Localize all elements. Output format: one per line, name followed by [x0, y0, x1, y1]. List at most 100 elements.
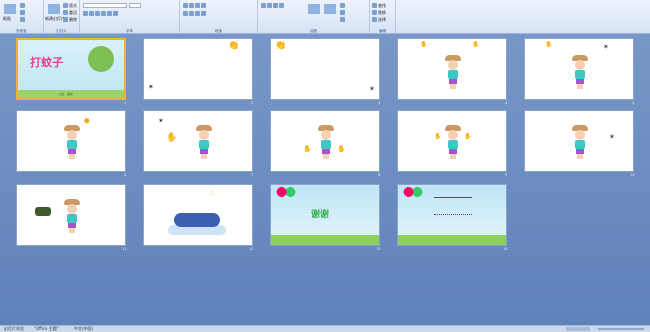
shape-effects-button[interactable]	[340, 17, 345, 22]
slide-number: 2	[251, 101, 254, 105]
text-block	[434, 197, 472, 215]
paste-icon[interactable]	[4, 4, 16, 14]
outdent-icon[interactable]	[201, 3, 206, 8]
paste-button[interactable]: 粘贴	[3, 16, 11, 21]
font-color-icon[interactable]	[113, 11, 118, 16]
slide-thumbnail[interactable]: ✋ ✋	[397, 38, 507, 100]
girl-figure	[445, 125, 461, 159]
cut-button[interactable]	[20, 3, 25, 8]
find-button[interactable]: 查找	[372, 3, 386, 8]
new-slide-icon[interactable]	[48, 4, 60, 14]
clapping-hands-icon: 👏	[228, 41, 240, 51]
strikethrough-icon[interactable]	[101, 11, 106, 16]
numbering-icon[interactable]	[189, 3, 194, 8]
shapes-gallery[interactable]	[261, 3, 284, 8]
copy-icon	[20, 10, 25, 15]
slide-number: 6	[124, 173, 127, 177]
indent-icon[interactable]	[195, 3, 200, 8]
delete-button[interactable]: 删除	[63, 17, 77, 22]
align-left-icon[interactable]	[183, 11, 188, 16]
underline-icon[interactable]	[95, 11, 100, 16]
shadow-icon[interactable]	[107, 11, 112, 16]
hand-icon: ✋	[464, 133, 472, 140]
replace-label: 替换	[378, 10, 386, 15]
slide-thumbnail[interactable]: ☾	[143, 184, 253, 246]
replace-icon	[372, 10, 377, 15]
font-name-select[interactable]	[83, 3, 127, 8]
paragraph-group: 段落	[180, 0, 258, 34]
zoom-slider[interactable]	[598, 328, 644, 330]
layout-label: 版式	[69, 3, 77, 8]
shape-rect-icon[interactable]	[261, 3, 266, 8]
slide-thumbnail[interactable]: ✸	[16, 110, 126, 172]
justify-icon[interactable]	[201, 11, 206, 16]
italic-icon[interactable]	[89, 11, 94, 16]
brush-icon	[20, 17, 25, 22]
arrange-icon[interactable]	[308, 4, 320, 14]
girl-figure	[318, 125, 334, 159]
balloons-image	[402, 187, 424, 197]
replace-button[interactable]: 替换	[372, 10, 386, 15]
shape-fill-button[interactable]	[340, 3, 345, 8]
slide-thumbnail[interactable]	[397, 184, 507, 246]
slide-thumbnail[interactable]: 打蚊子 小班 · 语言	[16, 38, 126, 100]
bold-icon[interactable]	[83, 11, 88, 16]
slide-number: 5	[632, 101, 635, 105]
list-buttons[interactable]	[183, 3, 206, 8]
paste-label: 粘贴	[3, 16, 11, 21]
slide-number: 13	[376, 247, 381, 251]
slide-number: 12	[249, 247, 254, 251]
grass-image	[398, 235, 506, 245]
format-painter-button[interactable]	[20, 17, 25, 22]
slide-thumbnail[interactable]: ✋ ✶	[524, 38, 634, 100]
clapping-hands-icon: 👏	[275, 41, 287, 51]
delete-icon	[63, 17, 68, 22]
shape-oval-icon[interactable]	[267, 3, 272, 8]
new-slide-button[interactable]: 新建幻灯片	[45, 16, 65, 21]
view-label: 幻灯片浏览	[4, 326, 24, 331]
new-slide-label: 新建幻灯片	[45, 16, 65, 21]
slide-number: 4	[505, 101, 508, 105]
align-buttons[interactable]	[183, 11, 206, 16]
mosquito-icon: ✶	[148, 83, 154, 91]
align-right-icon[interactable]	[195, 11, 200, 16]
slides-group: 新建幻灯片 版式 重设 删除 幻灯片	[44, 0, 80, 34]
bullets-icon[interactable]	[183, 3, 188, 8]
layout-button[interactable]: 版式	[63, 3, 77, 8]
shape-arrow-icon[interactable]	[279, 3, 284, 8]
slide-thumbnail[interactable]: ✋ ✋	[270, 110, 380, 172]
reset-icon	[63, 10, 68, 15]
slide-thumbnail[interactable]: ✶	[524, 110, 634, 172]
slide-thumbnail[interactable]: ✋ ✋	[397, 110, 507, 172]
slide-subtitle: 小班 · 语言	[58, 92, 73, 96]
slide-thumbnail[interactable]: 👏 ✶	[270, 38, 380, 100]
slide-thumbnail[interactable]: 👏 ✶	[143, 38, 253, 100]
fill-icon	[340, 3, 345, 8]
reset-button[interactable]: 重设	[63, 10, 77, 15]
slide-thumbnail[interactable]: 谢谢	[270, 184, 380, 246]
slide-thumbnail[interactable]: ✶ ✋	[143, 110, 253, 172]
mosquito-icon: ✶	[369, 85, 375, 93]
align-center-icon[interactable]	[189, 11, 194, 16]
grass-image	[271, 235, 379, 245]
slide-thumbnail[interactable]	[16, 184, 126, 246]
ribbon: 粘贴 剪贴板 新建幻灯片 版式 重设 删除 幻灯片 字体 段落 绘图 查找 替换…	[0, 0, 650, 34]
find-label: 查找	[378, 3, 386, 8]
view-buttons[interactable]	[566, 327, 590, 331]
font-size-select[interactable]	[129, 3, 141, 8]
effects-icon	[340, 17, 345, 22]
shape-outline-button[interactable]	[340, 10, 345, 15]
hand-icon: ✋	[337, 145, 346, 153]
slide-number: 14	[503, 247, 508, 251]
quick-styles-icon[interactable]	[324, 4, 336, 14]
slide-title: 谢谢	[311, 210, 330, 220]
moon-icon: ☾	[210, 189, 218, 198]
hand-icon: ✋	[420, 41, 428, 48]
shape-line-icon[interactable]	[273, 3, 278, 8]
select-button[interactable]: 选择	[372, 17, 386, 22]
copy-button[interactable]	[20, 10, 25, 15]
girl-figure	[196, 125, 212, 159]
font-format-buttons[interactable]	[83, 11, 118, 16]
mosquito-icon: ✶	[609, 133, 615, 141]
slide-number: 10	[630, 173, 635, 177]
